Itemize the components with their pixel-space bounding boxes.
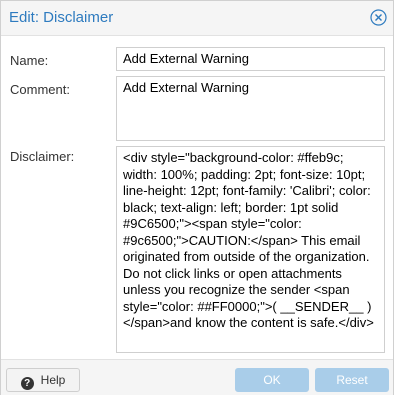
comment-label: Comment: [10,82,70,97]
comment-field[interactable]: Add External Warning [116,76,385,141]
ok-button[interactable]: OK [235,368,309,392]
disclaimer-label: Disclaimer: [10,149,75,164]
close-icon[interactable] [370,9,387,26]
name-field[interactable]: Add External Warning [116,47,385,71]
question-circle-icon: ? [20,377,34,390]
help-button-label: Help [40,373,66,387]
disclaimer-field[interactable]: <div style="background-color: #ffeb9c; w… [116,146,385,353]
dialog-title: Edit: Disclaimer [9,9,114,26]
dialog-footer: ? Help OK Reset [1,359,393,395]
reset-button[interactable]: Reset [315,368,389,392]
dialog-body: Name: Add External Warning Comment: Add … [1,36,393,359]
edit-disclaimer-dialog: Edit: Disclaimer Name: Add External Warn… [0,0,394,395]
help-button[interactable]: ? Help [6,368,80,392]
name-label: Name: [10,53,49,68]
dialog-header: Edit: Disclaimer [1,1,393,36]
